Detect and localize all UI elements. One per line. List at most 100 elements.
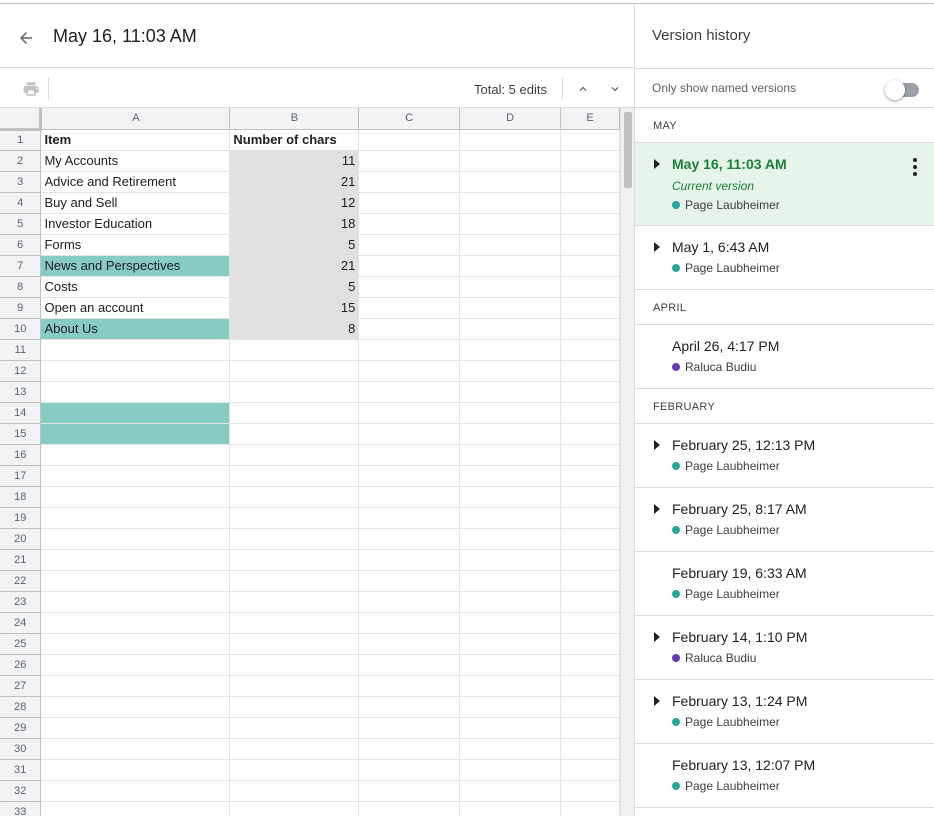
cell-b[interactable]: 18 [229, 213, 360, 235]
cell-b[interactable] [229, 339, 360, 361]
cell-c[interactable] [358, 549, 461, 571]
cell-a[interactable]: News and Perspectives [40, 255, 231, 277]
print-button[interactable] [21, 79, 41, 99]
row-header[interactable]: 8 [0, 276, 42, 298]
cell-e[interactable] [560, 486, 620, 508]
cell-e[interactable] [560, 696, 620, 718]
spreadsheet-grid[interactable]: ABCDE 1 Item Number of chars 2 My Accounts 11… [0, 108, 620, 816]
cell-c[interactable] [358, 276, 461, 298]
version-item[interactable]: February 14, 1:10 PM Raluca Budiu [635, 616, 934, 680]
cell-c[interactable] [358, 444, 461, 466]
cell-a[interactable] [40, 612, 231, 634]
cell-d[interactable] [459, 780, 562, 802]
cell-b[interactable] [229, 801, 360, 816]
cell-e[interactable] [560, 780, 620, 802]
row-header[interactable]: 3 [0, 171, 42, 193]
cell-b[interactable]: 5 [229, 234, 360, 256]
cell-a[interactable] [40, 528, 231, 550]
cell-d[interactable] [459, 171, 562, 193]
row-header[interactable]: 16 [0, 444, 42, 466]
cell-a[interactable] [40, 570, 231, 592]
cell-d[interactable] [459, 570, 562, 592]
cell-c[interactable] [358, 612, 461, 634]
row-header[interactable]: 1 [0, 129, 42, 151]
row-header[interactable]: 7 [0, 255, 42, 277]
next-edit-button[interactable] [605, 79, 625, 99]
cell-b[interactable]: 15 [229, 297, 360, 319]
cell-d[interactable] [459, 444, 562, 466]
previous-edit-button[interactable] [573, 79, 593, 99]
cell-a[interactable] [40, 549, 231, 571]
row-header[interactable]: 21 [0, 549, 42, 571]
cell-d[interactable] [459, 150, 562, 172]
row-header[interactable]: 25 [0, 633, 42, 655]
cell-c[interactable] [358, 591, 461, 613]
column-header[interactable]: D [459, 108, 562, 130]
version-item[interactable]: February 25, 8:17 AM Page Laubheimer [635, 488, 934, 552]
cell-a[interactable]: Item [40, 129, 231, 151]
expand-triangle-icon[interactable] [654, 440, 660, 450]
cell-e[interactable] [560, 381, 620, 403]
cell-c[interactable] [358, 801, 461, 816]
cell-c[interactable] [358, 318, 461, 340]
cell-c[interactable] [358, 360, 461, 382]
cell-e[interactable] [560, 192, 620, 214]
cell-d[interactable] [459, 213, 562, 235]
version-item-current[interactable]: May 16, 11:03 AM Current version Page Laub… [635, 143, 934, 226]
cell-b[interactable] [229, 633, 360, 655]
cell-c[interactable] [358, 654, 461, 676]
cell-d[interactable] [459, 528, 562, 550]
cell-c[interactable] [358, 696, 461, 718]
version-item[interactable]: February 13, 1:24 PM Page Laubheimer [635, 680, 934, 744]
cell-a[interactable] [40, 717, 231, 739]
cell-d[interactable] [459, 738, 562, 760]
cell-b[interactable]: 5 [229, 276, 360, 298]
row-header[interactable]: 15 [0, 423, 42, 445]
select-all-corner[interactable] [0, 108, 43, 131]
cell-e[interactable] [560, 507, 620, 529]
cell-a[interactable] [40, 444, 231, 466]
cell-b[interactable] [229, 402, 360, 424]
cell-c[interactable] [358, 255, 461, 277]
expand-triangle-icon[interactable] [654, 159, 660, 169]
cell-c[interactable] [358, 234, 461, 256]
cell-d[interactable] [459, 381, 562, 403]
row-header[interactable]: 22 [0, 570, 42, 592]
cell-a[interactable] [40, 360, 231, 382]
row-header[interactable]: 19 [0, 507, 42, 529]
cell-b[interactable] [229, 444, 360, 466]
scrollbar-thumb[interactable] [624, 112, 632, 188]
cell-d[interactable] [459, 192, 562, 214]
cell-a[interactable] [40, 486, 231, 508]
cell-e[interactable] [560, 129, 620, 151]
row-header[interactable]: 30 [0, 738, 42, 760]
more-vertical-icon[interactable] [905, 155, 925, 179]
cell-a[interactable] [40, 759, 231, 781]
cell-b[interactable]: 11 [229, 150, 360, 172]
row-header[interactable]: 28 [0, 696, 42, 718]
cell-b[interactable] [229, 507, 360, 529]
column-header[interactable]: E [560, 108, 620, 130]
cell-d[interactable] [459, 129, 562, 151]
version-item[interactable]: February 25, 12:13 PM Page Laubheimer [635, 424, 934, 488]
cell-d[interactable] [459, 675, 562, 697]
cell-a[interactable] [40, 507, 231, 529]
cell-d[interactable] [459, 465, 562, 487]
cell-d[interactable] [459, 591, 562, 613]
version-item[interactable]: February 19, 6:33 AM Page Laubheimer [635, 552, 934, 616]
cell-b[interactable]: 8 [229, 318, 360, 340]
cell-c[interactable] [358, 171, 461, 193]
cell-b[interactable]: 12 [229, 192, 360, 214]
row-header[interactable]: 18 [0, 486, 42, 508]
cell-d[interactable] [459, 360, 562, 382]
cell-a[interactable] [40, 654, 231, 676]
cell-c[interactable] [358, 633, 461, 655]
cell-e[interactable] [560, 444, 620, 466]
cell-c[interactable] [358, 465, 461, 487]
cell-a[interactable] [40, 591, 231, 613]
cell-d[interactable] [459, 633, 562, 655]
cell-c[interactable] [358, 570, 461, 592]
cell-b[interactable]: Number of chars [229, 129, 360, 151]
cell-d[interactable] [459, 255, 562, 277]
cell-b[interactable] [229, 675, 360, 697]
